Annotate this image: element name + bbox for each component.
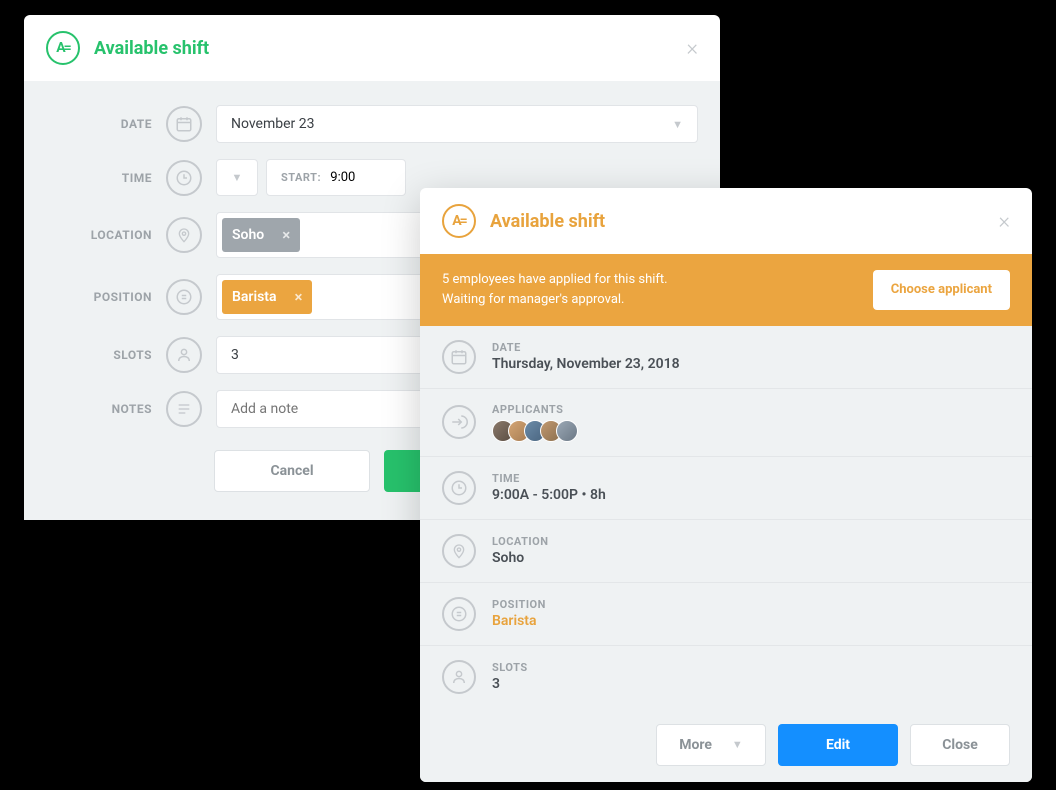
people-icon [166,337,202,373]
modal-header: A= Available shift × [24,15,720,81]
chevron-down-icon: ▼ [672,118,683,131]
chevron-down-icon: ▼ [232,171,243,184]
more-button[interactable]: More ▼ [656,724,766,766]
modal-footer: More ▼ Edit Close [420,708,1032,782]
slots-label: SLOTS [492,661,528,674]
applicants-label: APPLICANTS [492,403,578,416]
remove-chip-icon[interactable]: × [282,226,290,244]
date-select[interactable]: November 23 ▼ [216,105,698,143]
choose-applicant-button[interactable]: Choose applicant [873,270,1010,310]
clock-icon [442,471,476,505]
notes-label: NOTES [46,402,152,416]
time-value: 9:00A - 5:00P • 8h [492,487,606,503]
calendar-icon [442,340,476,374]
applicants-banner: 5 employees have applied for this shift.… [420,254,1032,326]
calendar-icon [166,106,202,142]
app-logo-icon: A= [46,31,80,65]
shift-details-modal: A= Available shift × 5 employees have ap… [420,188,1032,782]
more-label: More [679,737,712,753]
slots-value: 3 [231,347,239,363]
pin-icon [442,534,476,568]
start-time-input[interactable]: START: 9:00 [266,159,406,196]
close-icon[interactable]: × [998,209,1010,234]
date-label: DATE [46,117,152,131]
time-label: TIME [46,171,152,185]
modal-body: DATE Thursday, November 23, 2018 APPLICA… [420,326,1032,708]
chip-text: Barista [232,289,277,305]
remove-chip-icon[interactable]: × [295,288,303,306]
date-value: November 23 [231,116,315,132]
arrow-in-icon [442,405,476,439]
date-value: Thursday, November 23, 2018 [492,356,680,372]
banner-line2: Waiting for manager's approval. [442,290,668,310]
clock-icon [166,160,202,196]
modal-header: A= Available shift × [420,188,1032,254]
modal-title: Available shift [490,211,605,232]
position-label: POSITION [492,598,546,611]
location-label: LOCATION [492,535,549,548]
start-value: 9:00 [330,170,355,185]
banner-line1: 5 employees have applied for this shift. [442,270,668,290]
time-label: TIME [492,472,606,485]
start-label: START: [281,171,321,184]
location-value: Soho [492,550,549,566]
slots-value: 3 [492,676,528,692]
position-icon [442,597,476,631]
banner-text: 5 employees have applied for this shift.… [442,270,668,309]
chevron-down-icon: ▼ [732,738,743,751]
avatar [556,420,578,442]
chip-text: Soho [232,227,264,243]
edit-button[interactable]: Edit [778,724,898,766]
slots-label: SLOTS [46,348,152,362]
location-chip: Soho × [222,218,300,252]
position-label: POSITION [46,290,152,304]
close-button[interactable]: Close [910,724,1010,766]
notes-icon [166,391,202,427]
modal-title: Available shift [94,38,209,59]
pin-icon [166,217,202,253]
applicant-avatars [492,420,578,442]
position-value: Barista [492,613,546,629]
close-icon[interactable]: × [686,36,698,61]
app-logo-icon: A= [442,204,476,238]
position-chip: Barista × [222,280,312,314]
time-format-select[interactable]: ▼ [216,159,258,196]
people-icon [442,660,476,694]
date-label: DATE [492,341,680,354]
position-icon [166,279,202,315]
cancel-button[interactable]: Cancel [214,450,370,492]
location-label: LOCATION [46,228,152,242]
